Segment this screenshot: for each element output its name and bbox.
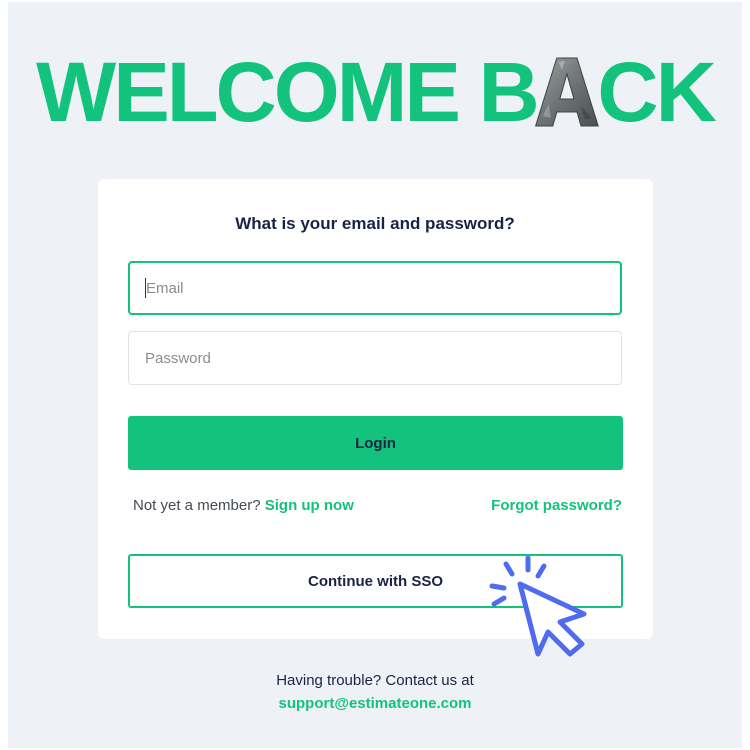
signup-prompt: Not yet a member? <box>133 497 261 514</box>
help-text: Having trouble? Contact us at <box>276 672 474 689</box>
click-cursor-icon <box>489 556 587 657</box>
text-caret <box>145 278 146 298</box>
stone-letter-icon <box>535 56 600 128</box>
signup-row: Not yet a member? Sign up now <box>133 497 354 514</box>
forgot-password-link[interactable]: Forgot password? <box>491 497 622 514</box>
hero-title-part1: WELCOME B <box>36 45 540 139</box>
hero-title-part2: CK <box>597 45 717 139</box>
password-field[interactable] <box>128 331 622 385</box>
login-button[interactable]: Login <box>128 416 623 470</box>
signup-link[interactable]: Sign up now <box>265 497 354 514</box>
support-email-link[interactable]: support@estimateone.com <box>0 695 750 712</box>
email-field[interactable] <box>128 261 622 315</box>
welcome-back-heading: WELCOME B CK <box>6 42 743 142</box>
login-card-title: What is your email and password? <box>235 214 515 233</box>
